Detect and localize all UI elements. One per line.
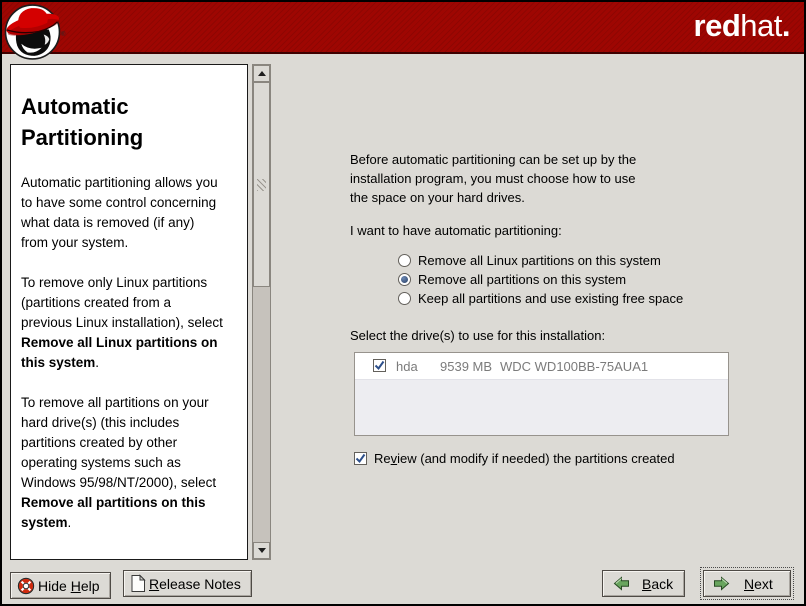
radio-row-keep-all[interactable]: Keep all partitions and use existing fre… bbox=[398, 289, 683, 308]
drives-select-label: Select the drive(s) to use for this inst… bbox=[350, 328, 605, 343]
scroll-down-button[interactable] bbox=[253, 542, 270, 559]
scrollbar-thumb[interactable] bbox=[253, 82, 270, 287]
intro-text: Before automatic partitioning can be set… bbox=[350, 150, 636, 207]
next-button-focus-ring: Next bbox=[700, 567, 794, 600]
arrow-right-icon bbox=[713, 576, 730, 591]
radio-row-remove-linux[interactable]: Remove all Linux partitions on this syst… bbox=[398, 251, 661, 270]
radio-label: Keep all partitions and use existing fre… bbox=[418, 291, 683, 306]
redhat-wordmark: redhat. bbox=[694, 8, 790, 44]
back-label: Back bbox=[642, 576, 673, 592]
help-panel: Automatic Partitioning Automatic partiti… bbox=[10, 64, 248, 560]
hide-help-button[interactable]: Hide Help bbox=[10, 572, 111, 599]
hide-help-label: Hide Help bbox=[38, 578, 100, 594]
registered-trademark: ® bbox=[61, 32, 65, 38]
installer-window: redhat. ® Automatic Partitioning Automat… bbox=[0, 0, 806, 606]
scrollbar-grip-icon bbox=[257, 179, 266, 191]
drive-model: WDC WD100BB-75AUA1 bbox=[500, 359, 648, 374]
review-checkbox[interactable] bbox=[354, 452, 367, 465]
next-button[interactable]: Next bbox=[703, 570, 791, 597]
help-title: Automatic Partitioning bbox=[21, 91, 191, 153]
document-icon bbox=[130, 574, 146, 593]
partitioning-question-label: I want to have automatic partitioning: bbox=[350, 223, 562, 238]
radio-button[interactable] bbox=[398, 273, 411, 286]
redhat-shadowman-logo-icon bbox=[4, 3, 61, 60]
arrow-up-icon bbox=[258, 71, 266, 76]
arrow-left-icon bbox=[613, 576, 630, 591]
next-label: Next bbox=[744, 576, 773, 592]
brand-light-text: hat bbox=[740, 8, 782, 43]
radio-button[interactable] bbox=[398, 292, 411, 305]
brand-dot: . bbox=[782, 8, 790, 43]
scroll-up-button[interactable] bbox=[253, 65, 270, 82]
drive-row-hda[interactable]: hda 9539 MB WDC WD100BB-75AUA1 bbox=[355, 353, 728, 380]
radio-row-remove-all[interactable]: Remove all partitions on this system bbox=[398, 270, 626, 289]
drive-checkbox[interactable] bbox=[373, 359, 386, 372]
radio-label: Remove all Linux partitions on this syst… bbox=[418, 253, 661, 268]
help-paragraph-3: To remove all partitions on your hard dr… bbox=[21, 393, 223, 533]
help-paragraph-1: Automatic partitioning allows you to hav… bbox=[21, 173, 223, 253]
drive-size: 9539 MB bbox=[440, 359, 492, 374]
radio-button[interactable] bbox=[398, 254, 411, 267]
life-ring-icon bbox=[17, 577, 35, 595]
drive-device: hda bbox=[396, 359, 418, 374]
radio-label: Remove all partitions on this system bbox=[418, 272, 626, 287]
back-button[interactable]: Back bbox=[602, 570, 685, 597]
review-label: Review (and modify if needed) the partit… bbox=[374, 451, 675, 466]
drive-list[interactable]: hda 9539 MB WDC WD100BB-75AUA1 bbox=[354, 352, 729, 436]
review-partitions-option[interactable]: Review (and modify if needed) the partit… bbox=[354, 451, 675, 466]
arrow-down-icon bbox=[258, 548, 266, 553]
header-banner: redhat. bbox=[2, 2, 804, 54]
release-notes-button[interactable]: Release Notes bbox=[123, 570, 252, 597]
brand-bold-text: red bbox=[694, 8, 741, 43]
help-paragraph-2: To remove only Linux partitions (partiti… bbox=[21, 273, 223, 373]
release-notes-label: Release Notes bbox=[149, 576, 241, 592]
help-scrollbar[interactable] bbox=[252, 64, 271, 560]
